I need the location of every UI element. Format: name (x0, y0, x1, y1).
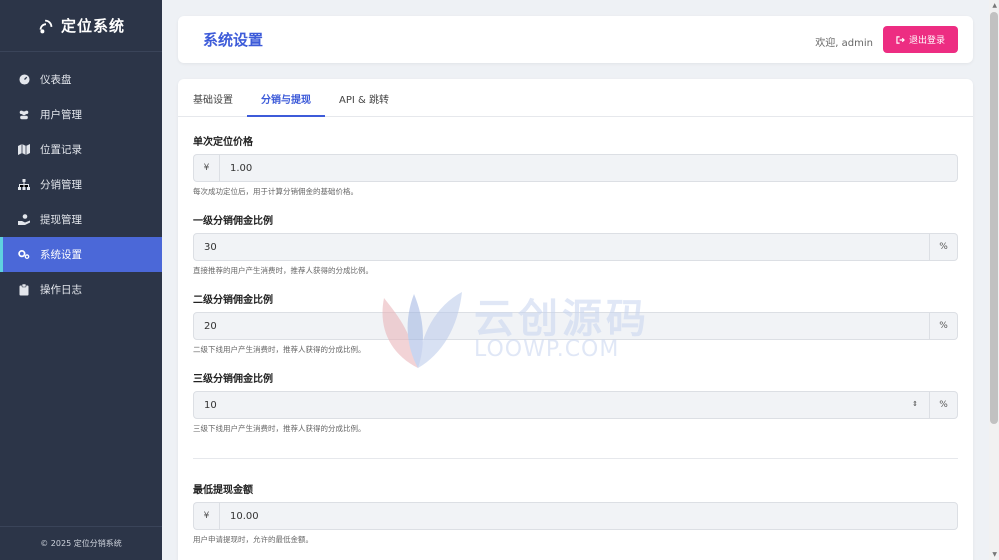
price-label: 单次定位价格 (193, 137, 253, 148)
level1-input[interactable] (193, 233, 930, 261)
scrollbar-thumb[interactable] (990, 12, 998, 424)
sidebar-item-label: 位置记录 (40, 144, 82, 156)
price-help: 每次成功定位后，用于计算分销佣金的基础价格。 (193, 187, 358, 196)
price-input[interactable] (219, 154, 958, 182)
sidebar-footer: © 2025 定位分销系统 (0, 526, 162, 560)
settings-tabs: 基础设置 分销与提现 API & 跳转 (178, 79, 973, 117)
tab-api[interactable]: API & 跳转 (339, 79, 389, 117)
users-icon (18, 109, 30, 121)
level3-label: 三级分销佣金比例 (193, 374, 273, 385)
page-scrollbar[interactable]: ▲ ▼ (989, 0, 999, 560)
page-title: 系统设置 (203, 31, 264, 49)
clipboard-icon (18, 283, 30, 296)
level2-input[interactable] (193, 312, 930, 340)
satellite-icon (39, 19, 53, 33)
scroll-up-arrow-icon[interactable]: ▲ (992, 2, 997, 9)
number-spinner-icon[interactable]: ⇕ (912, 400, 918, 408)
price-input-group: ¥ (193, 154, 958, 182)
sidebar-item-settings[interactable]: 系统设置 (0, 237, 162, 272)
min-withdraw-help: 用户申请提现时，允许的最低金额。 (193, 535, 313, 544)
level2-input-group: % (193, 312, 958, 340)
level2-help: 二级下线用户产生消费时，推荐人获得的分成比例。 (193, 345, 366, 354)
logout-label: 退出登录 (908, 35, 945, 45)
tab-distribution[interactable]: 分销与提现 (247, 79, 325, 117)
sidebar-item-label: 分销管理 (40, 179, 82, 191)
settings-form: 单次定位价格 ¥ 每次成功定位后，用于计算分销佣金的基础价格。 一级分销佣金比例… (178, 133, 973, 544)
brand[interactable]: 定位系统 (0, 0, 162, 52)
settings-card: 基础设置 分销与提现 API & 跳转 单次定位价格 ¥ 每次成功定位后，用于计… (178, 79, 973, 560)
page-header: 系统设置 欢迎, admin 退出登录 (178, 16, 973, 63)
sidebar: 定位系统 仪表盘 用户管理 位置记录 分销管理 提现管理 系统设置 操作日志 ©… (0, 0, 162, 560)
logout-button[interactable]: 退出登录 (883, 26, 958, 53)
level2-suffix: % (930, 312, 958, 340)
sidebar-nav: 仪表盘 用户管理 位置记录 分销管理 提现管理 系统设置 操作日志 (0, 62, 162, 307)
sidebar-item-locations[interactable]: 位置记录 (0, 132, 162, 167)
sidebar-item-label: 提现管理 (40, 214, 82, 226)
level3-help: 三级下线用户产生消费时，推荐人获得的分成比例。 (193, 424, 366, 433)
map-icon (18, 144, 30, 156)
sidebar-item-logs[interactable]: 操作日志 (0, 272, 162, 307)
level1-label: 一级分销佣金比例 (193, 216, 273, 227)
level3-input-group: ⇕ % (193, 391, 958, 419)
level1-suffix: % (930, 233, 958, 261)
tab-basic[interactable]: 基础设置 (193, 79, 233, 117)
min-withdraw-input[interactable] (219, 502, 958, 530)
sidebar-item-label: 系统设置 (40, 249, 82, 261)
level1-input-group: % (193, 233, 958, 261)
min-withdraw-input-group: ¥ (193, 502, 958, 530)
sitemap-icon (18, 179, 30, 191)
level3-suffix: % (930, 391, 958, 419)
withdraw-icon (18, 214, 30, 226)
section-divider (193, 458, 958, 459)
sidebar-item-users[interactable]: 用户管理 (0, 97, 162, 132)
sidebar-item-distribution[interactable]: 分销管理 (0, 167, 162, 202)
min-withdraw-prefix: ¥ (193, 502, 219, 530)
welcome-text: 欢迎, admin (815, 38, 873, 49)
min-withdraw-label: 最低提现金额 (193, 485, 253, 496)
sidebar-item-label: 用户管理 (40, 109, 82, 121)
level3-input[interactable] (193, 391, 930, 419)
brand-title: 定位系统 (60, 17, 125, 35)
level2-label: 二级分销佣金比例 (193, 295, 273, 306)
price-prefix: ¥ (193, 154, 219, 182)
sign-out-icon (896, 35, 905, 44)
sidebar-item-label: 仪表盘 (40, 74, 72, 86)
cogs-icon (18, 249, 30, 261)
sidebar-item-label: 操作日志 (40, 284, 82, 296)
sidebar-item-dashboard[interactable]: 仪表盘 (0, 62, 162, 97)
dashboard-icon (18, 74, 30, 86)
sidebar-item-withdrawals[interactable]: 提现管理 (0, 202, 162, 237)
level1-help: 直接推荐的用户产生消费时，推荐人获得的分成比例。 (193, 266, 373, 275)
scroll-down-arrow-icon[interactable]: ▼ (992, 551, 997, 558)
